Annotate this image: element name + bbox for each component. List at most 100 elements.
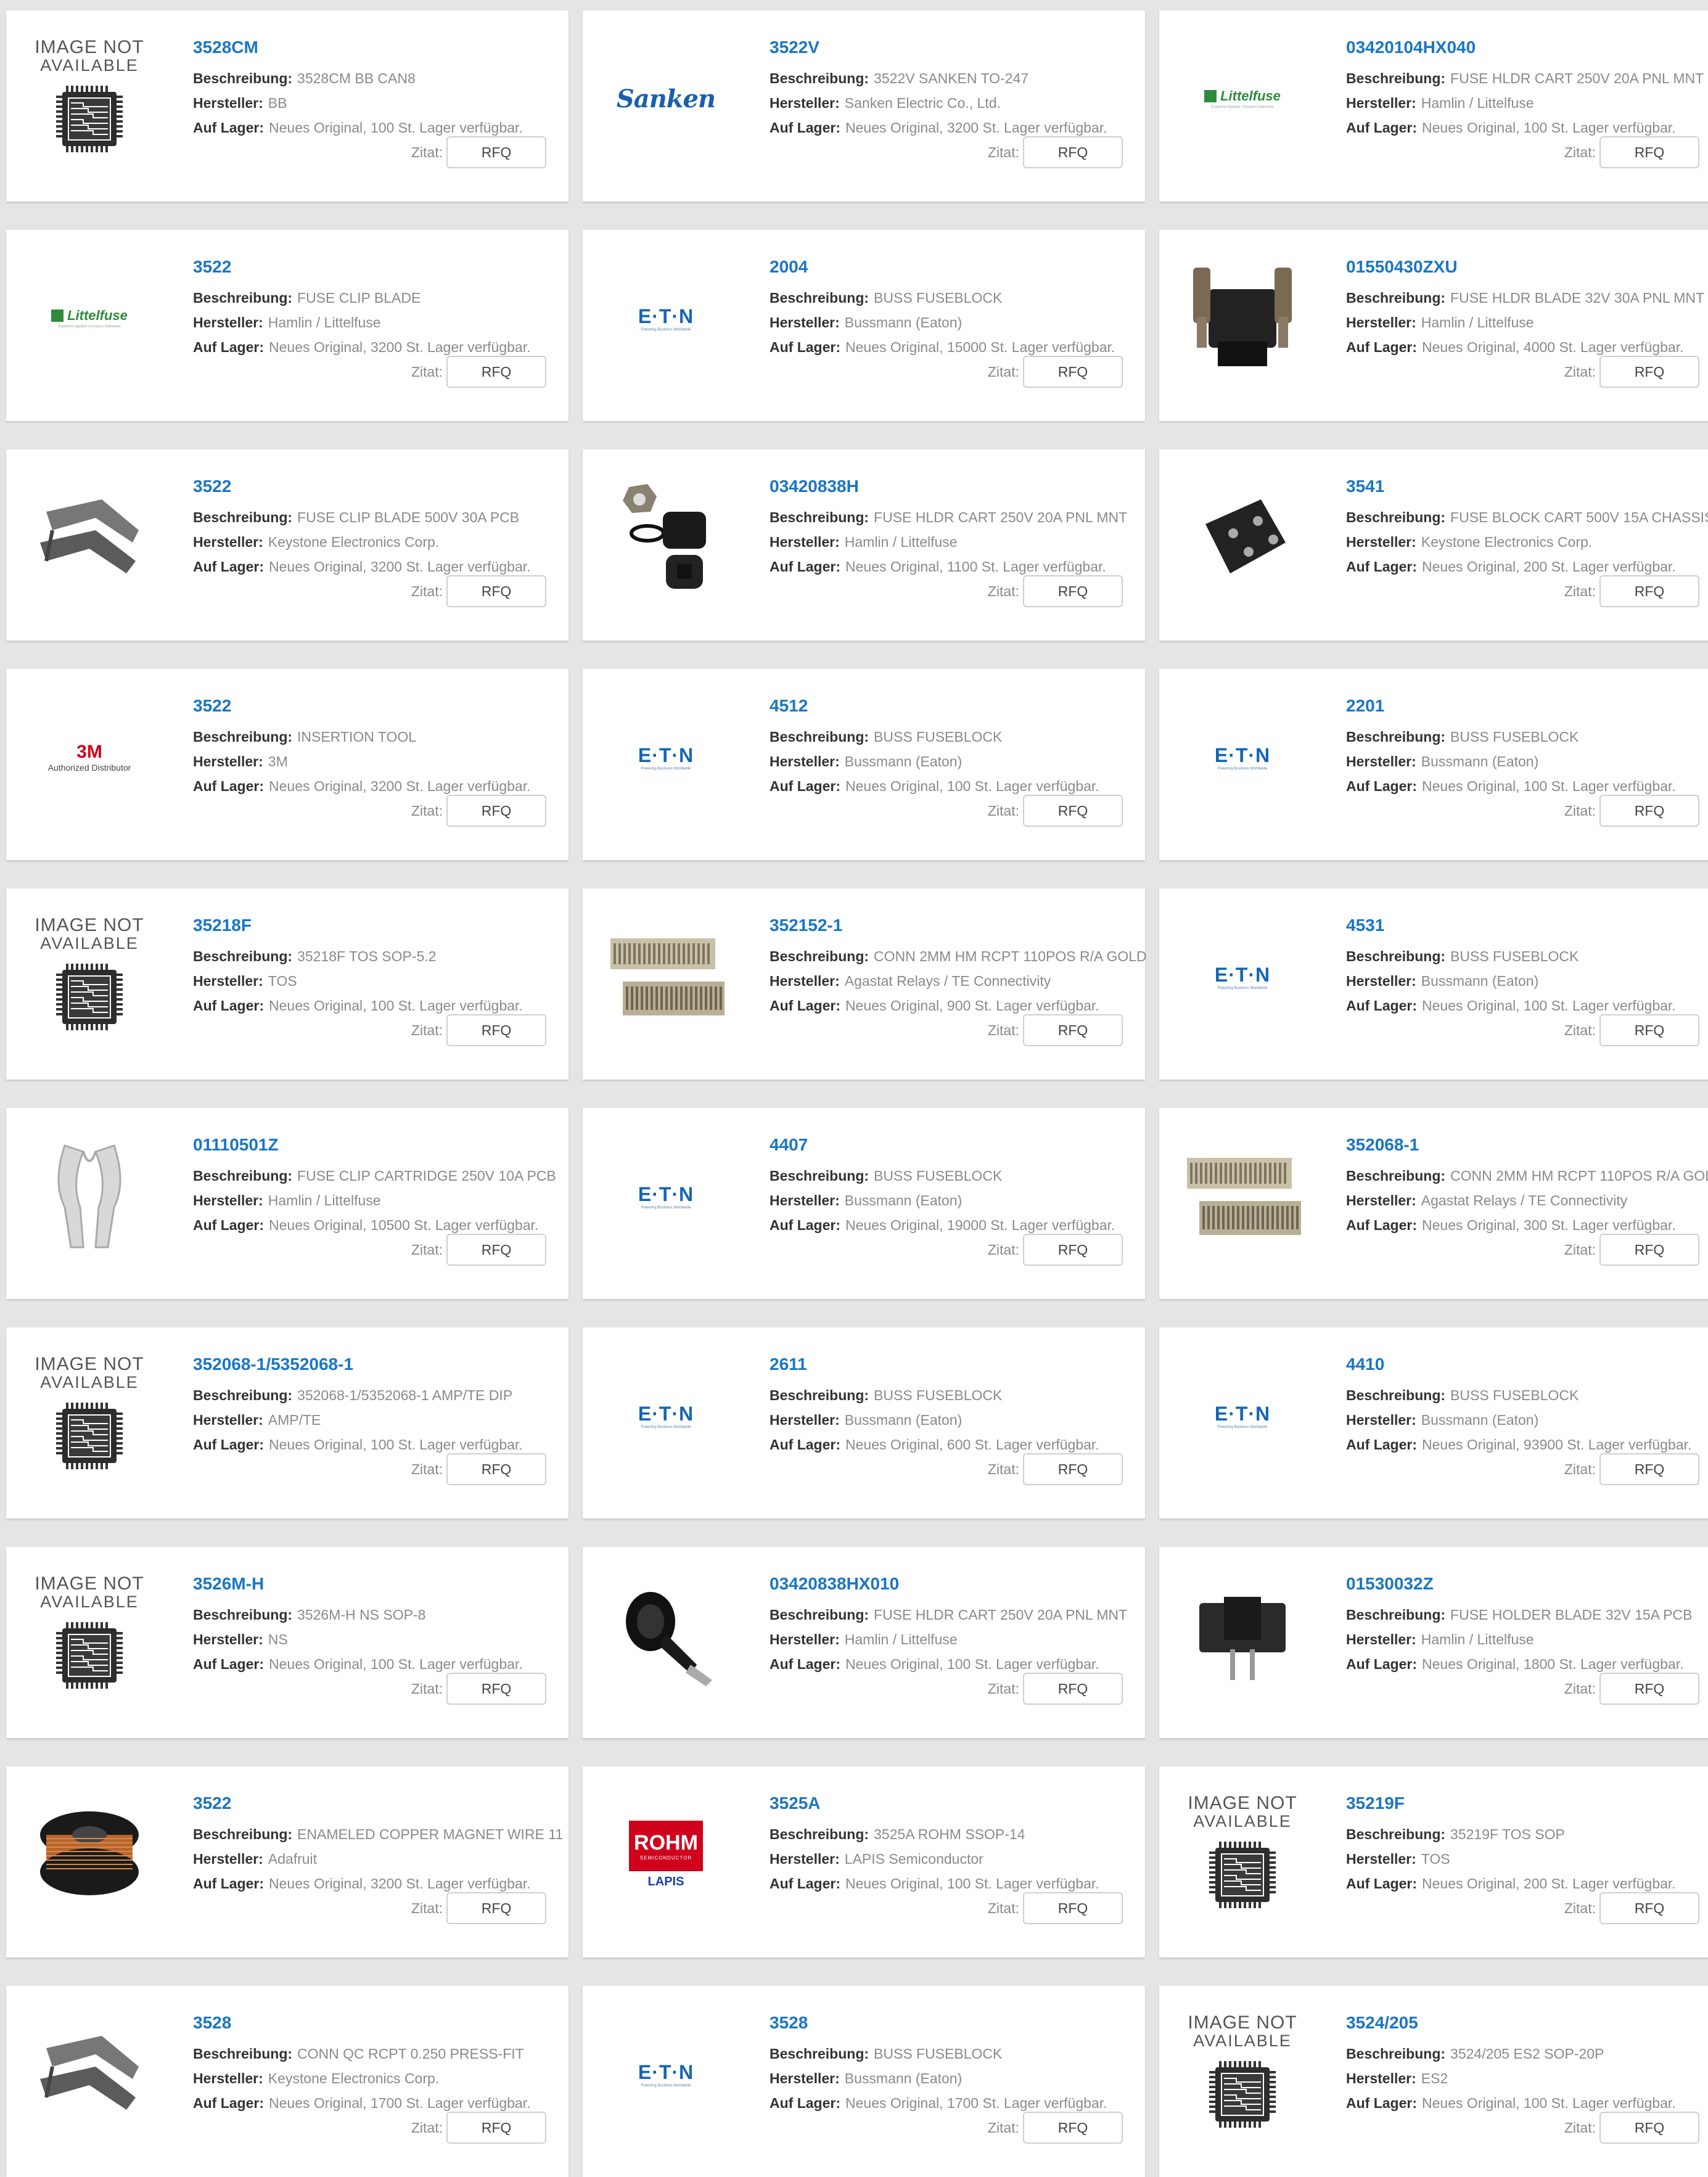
rfq-button[interactable]: RFQ — [446, 1673, 546, 1705]
product-image[interactable] — [25, 2009, 154, 2139]
product-photo[interactable] — [1181, 1133, 1304, 1260]
rfq-button[interactable]: RFQ — [1599, 2112, 1699, 2144]
product-photo[interactable] — [1181, 475, 1304, 601]
rfq-button[interactable]: RFQ — [1023, 1892, 1123, 1924]
rfq-button[interactable]: RFQ — [1599, 356, 1699, 388]
rfq-button[interactable]: RFQ — [1599, 1014, 1699, 1046]
product-photo[interactable] — [28, 1133, 151, 1260]
product-image[interactable] — [25, 1131, 154, 1261]
rfq-button[interactable]: RFQ — [446, 1234, 546, 1266]
product-photo[interactable] — [1181, 255, 1304, 382]
part-number-link[interactable]: 35218F — [193, 916, 252, 935]
part-number-link[interactable]: 3528CM — [193, 38, 258, 57]
product-image[interactable]: E·T·N Powering Business Worldwide — [601, 1131, 731, 1261]
part-number-link[interactable]: 4512 — [770, 696, 808, 716]
rfq-button[interactable]: RFQ — [446, 1892, 546, 1924]
part-number-link[interactable]: 3528 — [770, 2013, 808, 2033]
part-number-link[interactable]: 01530032Z — [1346, 1574, 1434, 1594]
product-image[interactable]: IMAGE NOT AVAILABLE — [25, 34, 154, 163]
product-image[interactable] — [601, 473, 731, 602]
part-number-link[interactable]: 2611 — [770, 1355, 807, 1374]
part-number-link[interactable]: 352068-1 — [1346, 1135, 1419, 1155]
product-image[interactable]: Littelfuse Expertise Applied | Answers D… — [1178, 34, 1307, 163]
product-image[interactable] — [25, 473, 154, 602]
product-image[interactable]: E·T·N Powering Business Worldwide — [601, 2009, 731, 2139]
part-number-link[interactable]: 01550430ZXU — [1346, 257, 1458, 277]
product-photo[interactable] — [28, 1792, 151, 1918]
product-image[interactable]: 3M Authorized Distributor — [25, 692, 154, 822]
part-number-link[interactable]: 3525A — [770, 1794, 821, 1813]
product-image[interactable]: IMAGE NOT AVAILABLE — [1178, 1790, 1307, 1919]
product-image[interactable] — [25, 1790, 154, 1919]
product-image[interactable]: IMAGE NOT AVAILABLE — [25, 1351, 154, 1480]
part-number-link[interactable]: 3524/205 — [1346, 2013, 1418, 2033]
rfq-button[interactable]: RFQ — [1599, 1892, 1699, 1924]
part-number-link[interactable]: 352068-1/5352068-1 — [193, 1355, 353, 1374]
product-image[interactable] — [1178, 473, 1307, 602]
rfq-button[interactable]: RFQ — [446, 356, 546, 388]
part-number-link[interactable]: 3522 — [193, 696, 231, 716]
product-image[interactable]: IMAGE NOT AVAILABLE — [25, 912, 154, 1041]
rfq-button[interactable]: RFQ — [1023, 356, 1123, 388]
part-number-link[interactable]: 352152-1 — [770, 916, 842, 935]
part-number-link[interactable]: 03420838H — [770, 477, 859, 496]
part-number-link[interactable]: 3528 — [193, 2013, 231, 2033]
rfq-button[interactable]: RFQ — [1599, 136, 1699, 168]
rfq-button[interactable]: RFQ — [1599, 1234, 1699, 1266]
part-number-link[interactable]: 3522 — [193, 257, 231, 277]
rfq-button[interactable]: RFQ — [446, 136, 546, 168]
rfq-button[interactable]: RFQ — [446, 575, 546, 607]
product-image[interactable]: E·T·N Powering Business Worldwide — [601, 1351, 731, 1480]
rfq-button[interactable]: RFQ — [1023, 1234, 1123, 1266]
rfq-button[interactable]: RFQ — [1023, 136, 1123, 168]
product-image[interactable]: E·T·N Powering Business Worldwide — [1178, 692, 1307, 822]
rfq-button[interactable]: RFQ — [1599, 575, 1699, 607]
product-photo[interactable] — [1181, 1572, 1304, 1699]
rfq-button[interactable]: RFQ — [1023, 2112, 1123, 2144]
product-image[interactable]: Sanken — [601, 34, 731, 163]
product-image[interactable]: E·T·N Powering Business Worldwide — [1178, 912, 1307, 1041]
rfq-button[interactable]: RFQ — [1599, 1453, 1699, 1485]
product-photo[interactable] — [28, 2011, 151, 2138]
rfq-button[interactable]: RFQ — [446, 1453, 546, 1485]
part-number-link[interactable]: 3522 — [193, 477, 231, 496]
part-number-link[interactable]: 4410 — [1346, 1355, 1384, 1374]
product-image[interactable]: E·T·N Powering Business Worldwide — [601, 253, 731, 383]
rfq-button[interactable]: RFQ — [1023, 1673, 1123, 1705]
part-number-link[interactable]: 3541 — [1346, 477, 1384, 496]
rfq-button[interactable]: RFQ — [446, 2112, 546, 2144]
product-image[interactable] — [601, 1570, 731, 1700]
rfq-button[interactable]: RFQ — [1023, 575, 1123, 607]
part-number-link[interactable]: 4407 — [770, 1135, 808, 1155]
product-image[interactable]: ROHM SEMICONDUCTOR LAPIS — [601, 1790, 731, 1919]
product-image[interactable]: Littelfuse Expertise Applied | Answers D… — [25, 253, 154, 383]
product-image[interactable]: IMAGE NOT AVAILABLE — [1178, 2009, 1307, 2139]
part-number-link[interactable]: 03420838HX010 — [770, 1574, 899, 1594]
part-number-link[interactable]: 01110501Z — [193, 1135, 279, 1155]
product-photo[interactable] — [604, 1572, 728, 1699]
part-number-link[interactable]: 35219F — [1346, 1794, 1405, 1813]
rfq-button[interactable]: RFQ — [1023, 795, 1123, 827]
product-image[interactable] — [601, 912, 731, 1041]
part-number-link[interactable]: 3522 — [193, 1794, 231, 1813]
part-number-link[interactable]: 3522V — [770, 38, 819, 57]
product-image[interactable] — [1178, 1131, 1307, 1261]
product-photo[interactable] — [28, 475, 151, 601]
rfq-button[interactable]: RFQ — [1023, 1453, 1123, 1485]
product-image[interactable] — [1178, 1570, 1307, 1700]
part-number-link[interactable]: 4531 — [1346, 916, 1384, 935]
rfq-button[interactable]: RFQ — [446, 795, 546, 827]
part-number-link[interactable]: 03420104HX040 — [1346, 38, 1476, 57]
rfq-button[interactable]: RFQ — [1599, 795, 1699, 827]
product-image[interactable] — [1178, 253, 1307, 383]
part-number-link[interactable]: 2201 — [1346, 696, 1384, 716]
product-photo[interactable] — [604, 914, 728, 1040]
product-image[interactable]: E·T·N Powering Business Worldwide — [1178, 1351, 1307, 1480]
rfq-button[interactable]: RFQ — [446, 1014, 546, 1046]
product-image[interactable]: IMAGE NOT AVAILABLE — [25, 1570, 154, 1700]
product-photo[interactable] — [604, 475, 728, 601]
part-number-link[interactable]: 2004 — [770, 257, 808, 277]
rfq-button[interactable]: RFQ — [1023, 1014, 1123, 1046]
product-image[interactable]: E·T·N Powering Business Worldwide — [601, 692, 731, 822]
part-number-link[interactable]: 3526M-H — [193, 1574, 264, 1594]
